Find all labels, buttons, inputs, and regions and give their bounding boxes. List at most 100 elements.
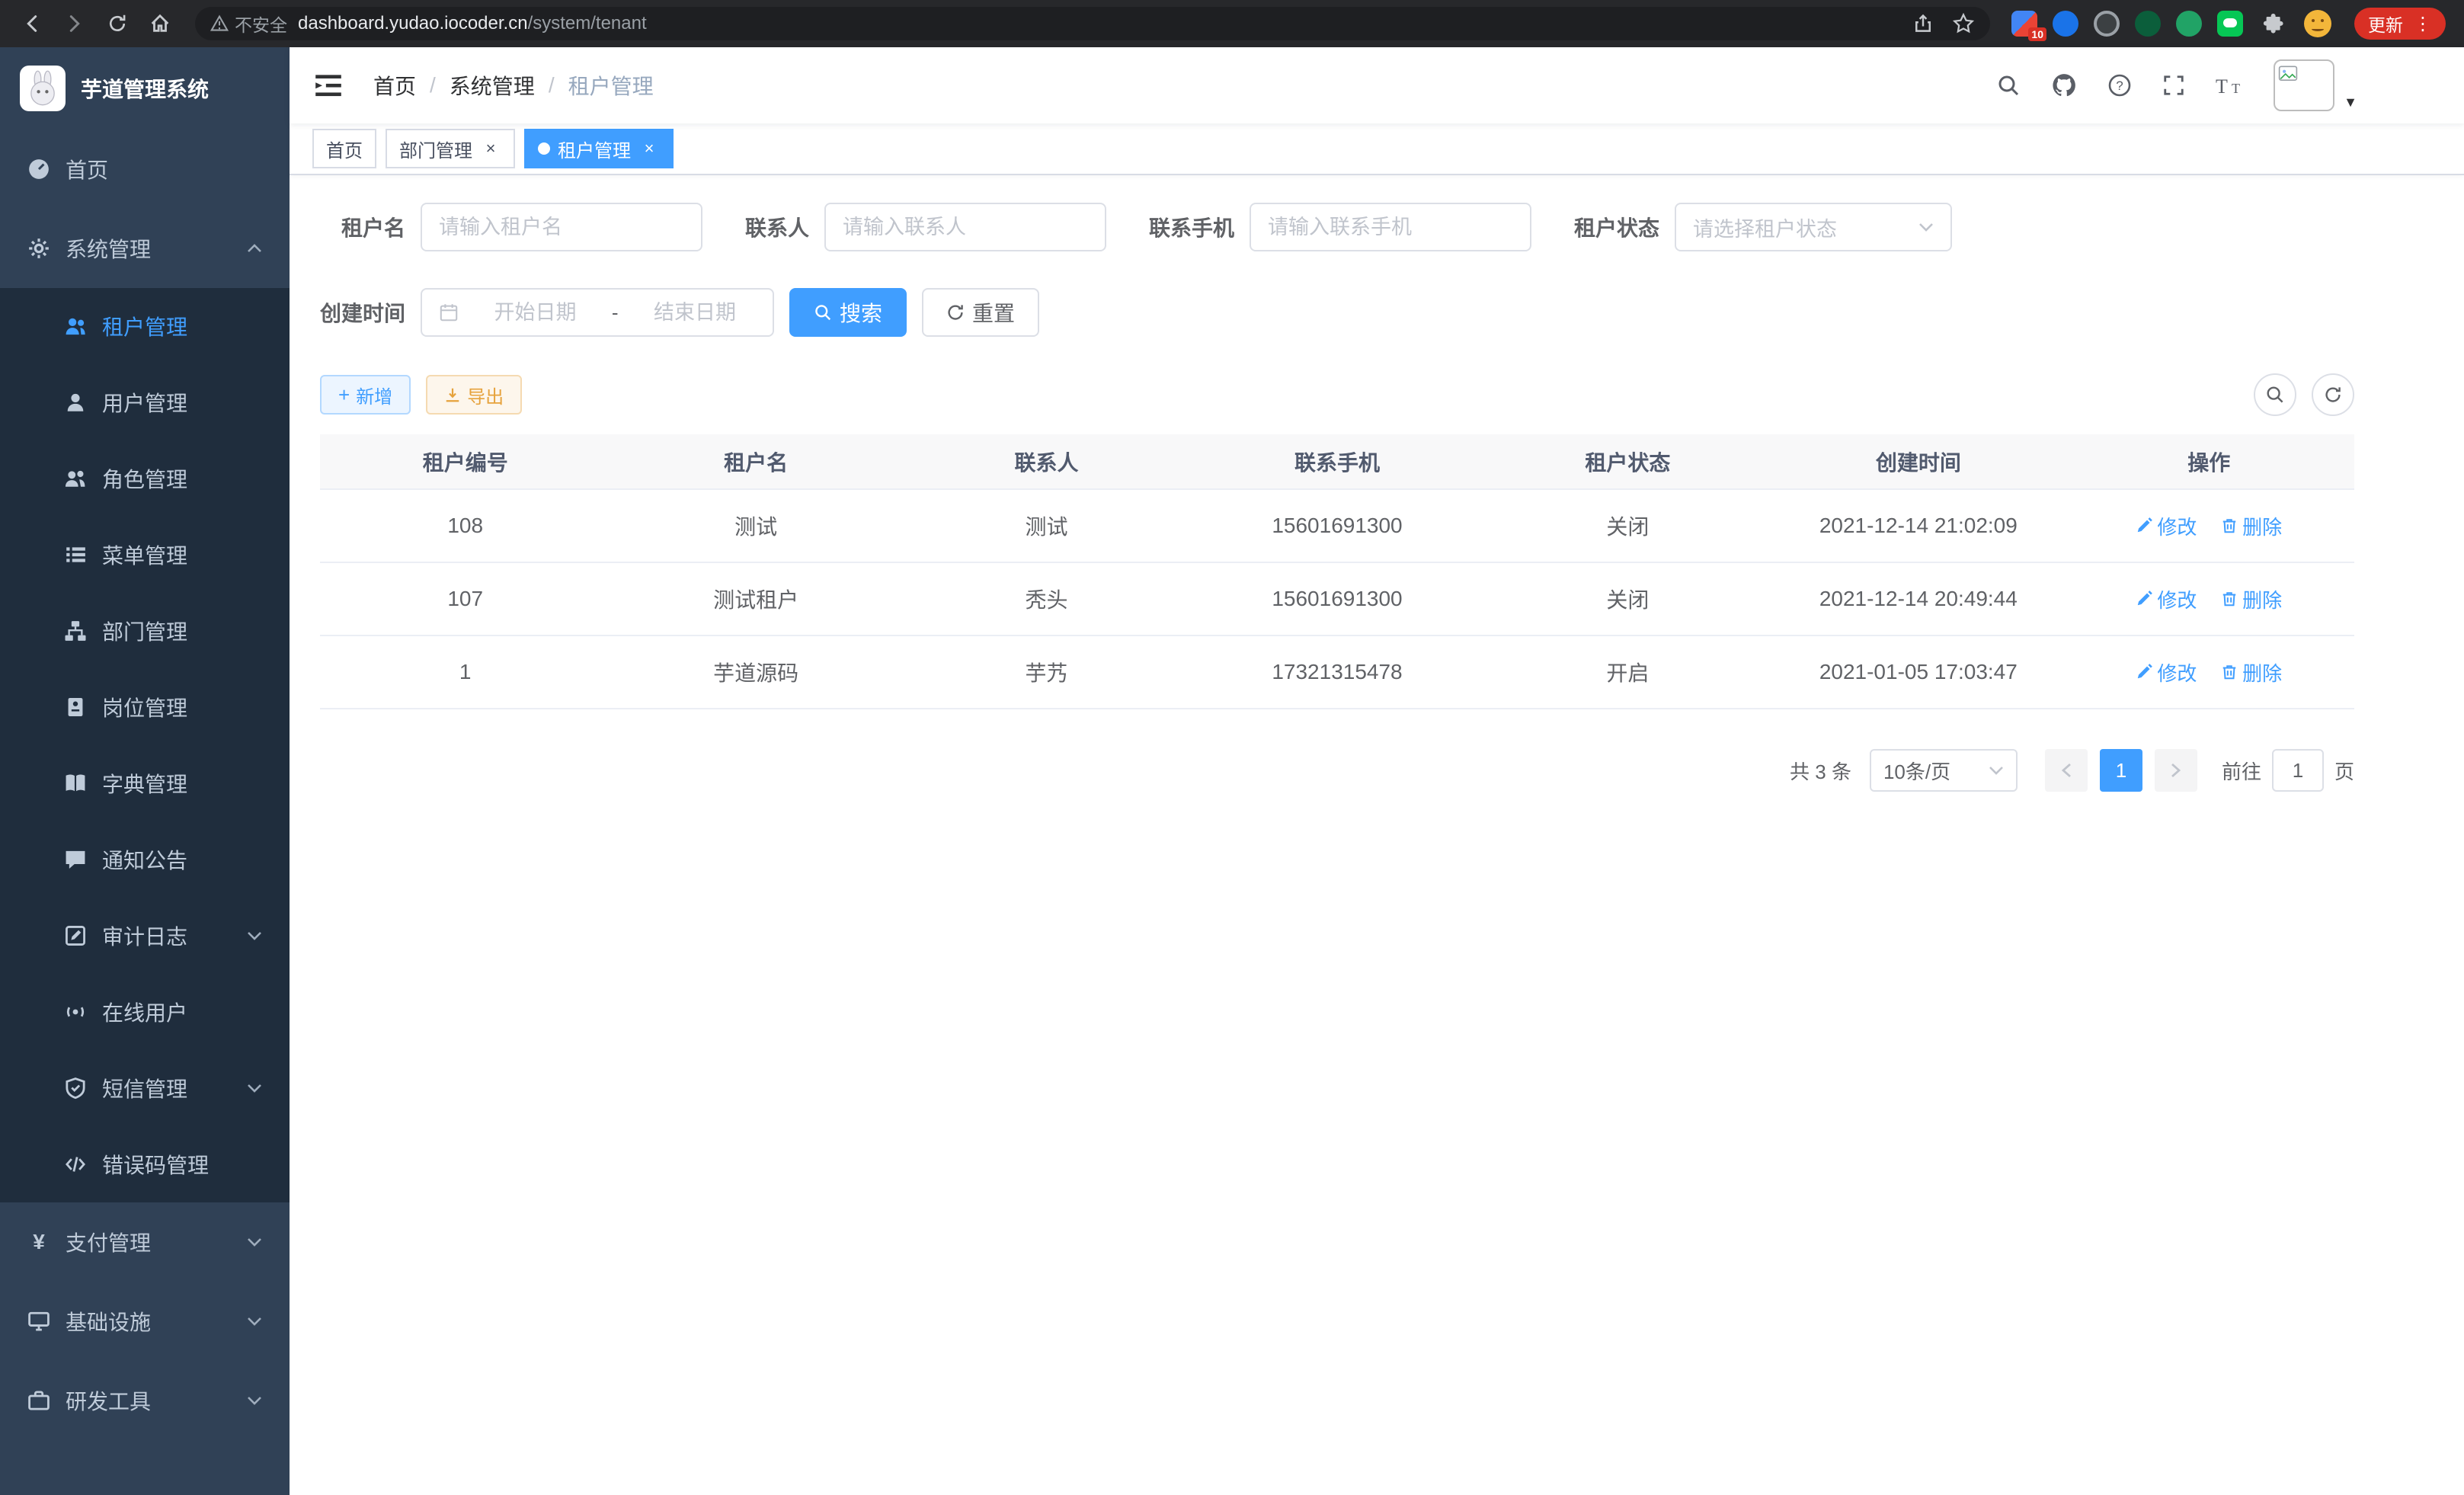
extension-icon-6[interactable] [2217,11,2243,37]
font-size-icon[interactable]: TT [2216,75,2243,96]
svg-text:T: T [2232,81,2240,96]
browser-toolbar: 不安全 dashboard.yudao.iocoder.cn/system/te… [0,0,2464,47]
reset-button[interactable]: 重置 [922,288,1039,337]
status-select[interactable]: 请选择租户状态 [1675,203,1952,251]
cell-name: 测试租户 [610,562,901,635]
bookmark-star-icon[interactable] [1952,12,1975,35]
sidebar-item-dept[interactable]: 部门管理 [0,593,290,669]
sidebar-item-label: 部门管理 [102,616,187,646]
breadcrumb-separator: / [549,73,555,98]
hamburger-icon[interactable] [312,69,346,102]
search-icon [814,303,832,322]
menu-list-icon [64,543,87,566]
breadcrumb-home[interactable]: 首页 [373,70,416,101]
sidebar-item-tenant[interactable]: 租户管理 [0,288,290,364]
cell-actions: 修改 删除 [2064,635,2354,709]
url-text[interactable]: dashboard.yudao.iocoder.cn/system/tenant [298,13,1902,34]
tag-tenant[interactable]: 租户管理 × [524,129,674,168]
prev-page-button[interactable] [2045,749,2088,792]
next-page-button[interactable] [2155,749,2197,792]
table-row: 107 测试租户 秃头 15601691300 关闭 2021-12-14 20… [320,562,2354,635]
sidebar-item-menu[interactable]: 菜单管理 [0,517,290,593]
reload-icon[interactable] [98,4,137,43]
tenant-icon [64,315,87,338]
puzzle-icon[interactable] [2258,8,2289,39]
sidebar-menu: 首页 系统管理 租户管理 用户管理 [0,130,290,1440]
date-end-input[interactable] [634,301,756,325]
sidebar-group-audit-log[interactable]: 审计日志 [0,898,290,974]
extension-icon-2[interactable] [2053,11,2078,37]
back-icon[interactable] [12,4,52,43]
search-button[interactable]: 搜索 [789,288,907,337]
forward-icon[interactable] [55,4,94,43]
address-bar[interactable]: 不安全 dashboard.yudao.iocoder.cn/system/te… [195,7,1990,40]
notice-icon [64,848,87,871]
tag-dept[interactable]: 部门管理 × [386,129,515,168]
sidebar-group-pay[interactable]: ¥ 支付管理 [0,1202,290,1282]
sidebar-item-label: 字典管理 [102,768,187,799]
delete-button[interactable]: 删除 [2221,658,2282,687]
date-start-input[interactable] [474,301,596,325]
edit-button[interactable]: 修改 [2136,512,2197,540]
breadcrumb-system[interactable]: 系统管理 [450,70,535,101]
security-chip[interactable]: 不安全 [210,11,287,37]
share-icon[interactable] [1912,13,1934,34]
dashboard-icon [27,158,50,181]
goto-page-input[interactable] [2272,749,2324,792]
browser-profile-avatar[interactable] [2304,10,2331,37]
help-icon[interactable]: ? [2107,73,2132,98]
url-host: dashboard.yudao.iocoder.cn [298,13,528,34]
sidebar-group-sms[interactable]: 短信管理 [0,1050,290,1126]
extension-icon-4[interactable] [2135,11,2161,37]
sidebar-item-online-user[interactable]: 在线用户 [0,974,290,1050]
sidebar-item-user[interactable]: 用户管理 [0,364,290,440]
user-avatar-menu[interactable]: ▼ [2274,59,2357,111]
sidebar-item-dict[interactable]: 字典管理 [0,745,290,821]
extension-icon-1[interactable]: 10 [2011,11,2037,37]
extension-icon-3[interactable] [2094,11,2120,37]
page-size-select[interactable]: 10条/页 [1870,749,2018,792]
url-path: /system/tenant [528,13,647,34]
phone-input[interactable] [1268,216,1513,239]
close-icon[interactable]: × [638,138,660,159]
sidebar-group-infra[interactable]: 基础设施 [0,1282,290,1361]
sidebar-item-error-code[interactable]: 错误码管理 [0,1126,290,1202]
tag-home[interactable]: 首页 [312,129,376,168]
add-button[interactable]: + 新增 [320,375,411,415]
navbar: 首页 / 系统管理 / 租户管理 ? TT ▼ [290,47,2464,123]
sidebar-item-notice[interactable]: 通知公告 [0,821,290,898]
cell-status: 开启 [1483,635,1773,709]
toggle-search-button[interactable] [2254,373,2296,416]
extension-icon-5[interactable] [2176,11,2202,37]
phone-field [1250,203,1531,251]
search-icon[interactable] [1996,73,2021,98]
app-logo[interactable]: 芋道管理系统 [0,47,290,130]
sidebar-group-system[interactable]: 系统管理 [0,209,290,288]
tenant-name-input[interactable] [439,216,684,239]
fullscreen-icon[interactable] [2162,74,2185,97]
page-number-1[interactable]: 1 [2100,749,2142,792]
active-dot [538,142,550,155]
github-icon[interactable] [2051,72,2077,98]
sidebar-item-post[interactable]: 岗位管理 [0,669,290,745]
sidebar-item-home[interactable]: 首页 [0,130,290,209]
col-created: 创建时间 [1773,434,2063,489]
sidebar-group-devtool[interactable]: 研发工具 [0,1361,290,1440]
edit-button[interactable]: 修改 [2136,585,2197,613]
cell-name: 测试 [610,489,901,562]
close-icon[interactable]: × [480,138,501,159]
browser-menu-icon[interactable]: ⋮ [2414,13,2432,35]
export-button[interactable]: 导出 [426,375,522,415]
home-icon[interactable] [140,4,180,43]
phone-label: 联系手机 [1149,212,1234,242]
delete-button[interactable]: 删除 [2221,585,2282,613]
refresh-table-button[interactable] [2312,373,2354,416]
update-button[interactable]: 更新 ⋮ [2354,8,2446,40]
edit-button[interactable]: 修改 [2136,658,2197,687]
sidebar-item-role[interactable]: 角色管理 [0,440,290,517]
cell-actions: 修改 删除 [2064,562,2354,635]
delete-button[interactable]: 删除 [2221,512,2282,540]
contact-input[interactable] [843,216,1088,239]
date-range-picker[interactable]: - [421,288,774,337]
sidebar-item-label: 租户管理 [102,311,187,341]
